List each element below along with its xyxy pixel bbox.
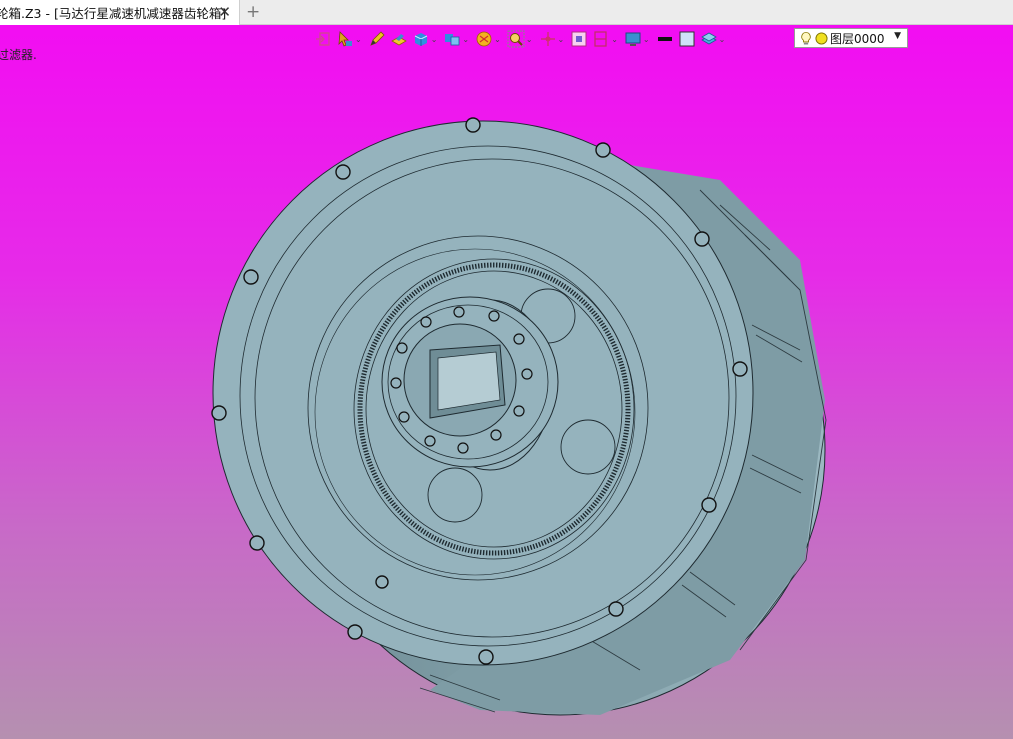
gearbox-model[interactable] bbox=[0, 0, 1013, 739]
